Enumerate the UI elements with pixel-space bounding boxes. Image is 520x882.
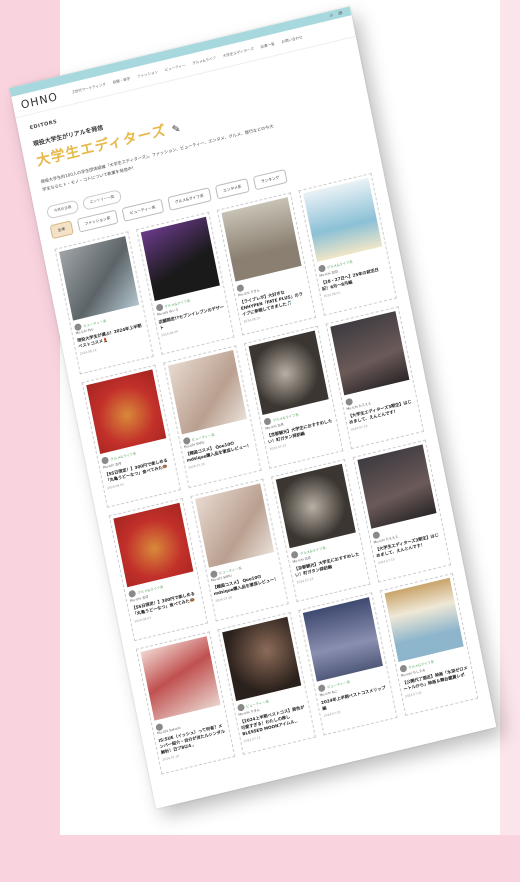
search-icon[interactable]: ⌕ — [329, 11, 334, 19]
article-card[interactable]: グルメ&ライフ系 Mu-ichi 古月 【SS日限定！】300円で楽しめる「丸亀… — [81, 364, 181, 508]
article-card[interactable]: ビューティー系 Mu-ichi SAPU 【韓国コスメ】 Qoo10のmdsiq… — [162, 345, 262, 489]
article-thumbnail[interactable] — [86, 369, 166, 454]
subtab-monthly[interactable]: 今月の企画 — [45, 199, 80, 220]
article-card[interactable]: グルメ&ライフ系 Mu-ichi 古月 【京都観光】大学生におすすめしたい！町ガ… — [271, 459, 371, 603]
article-thumbnail[interactable] — [113, 502, 193, 588]
nav-item-gourmet[interactable]: グルメ&ライフ — [192, 56, 217, 67]
article-card[interactable]: ビューティー系 Mu-ichi りきん 【2024上半期ベストコス】発色が可愛す… — [216, 611, 316, 756]
article-thumbnail[interactable] — [221, 616, 302, 702]
menu-icon[interactable]: ≡ — [337, 9, 343, 17]
article-card[interactable]: ビューティー系 Mu-ichi SAPU 【韓国コスメ】 Qoo10のmdsiq… — [189, 478, 289, 622]
article-thumbnail[interactable] — [248, 330, 329, 415]
article-grid: ビューティー系 Mu-ichi Pyu 現役大学生が選ぶ！2024年上半期ベスト… — [41, 160, 490, 777]
nav-item-marketing[interactable]: Z世代マーケティング — [72, 82, 107, 95]
article-thumbnail[interactable] — [221, 197, 302, 282]
article-thumbnail[interactable] — [329, 311, 410, 396]
article-thumbnail[interactable] — [302, 597, 383, 682]
article-card[interactable]: ビューティー系 Mu-ichi Pyu 現役大学生が選ぶ！2024年上半期ベスト… — [54, 231, 154, 375]
pencil-icon: ✎ — [171, 123, 183, 137]
article-card[interactable]: グルメ&ライフ系 Mu-ichi ゆいり 店舗限定!?セブンイレブンのデザート … — [135, 211, 235, 355]
article-card[interactable]: Mu-ichi Sakumi IS:SUE（イッシュ）って何者？メンバー紹介・自… — [135, 631, 235, 775]
article-thumbnail[interactable] — [302, 177, 383, 263]
article-thumbnail[interactable] — [356, 444, 437, 529]
article-card[interactable]: Mu-ichi たえええ 【大学生エディターズ3期生】はじめまして、えんとんです… — [325, 306, 425, 450]
article-card[interactable]: Mu-ichi たえええ 【大学生エディターズ3期生】はじめまして、えんとんです… — [352, 439, 452, 583]
article-thumbnail[interactable] — [194, 483, 275, 568]
article-card[interactable]: ビューティー系 Mu-ichi ねこ 2024年上半期ベストコスメリップ編 20… — [298, 592, 398, 736]
article-thumbnail[interactable] — [384, 577, 464, 663]
nav-item-career[interactable]: 就職・進学 — [112, 77, 130, 86]
article-card[interactable]: グルメ&ライフ系 Mu-ichi 古月 【京都観光】大学生におすすめしたい！町ガ… — [243, 325, 343, 469]
article-card[interactable]: グルメ&ライフ系 Mu-ichi 加羽 【28・27日へ】25年の就活日記！6月… — [297, 172, 397, 316]
page-sheet: ⌕ ≡ OHNO Z世代マーケティング 就職・進学 ファッション ビューティー … — [9, 6, 497, 809]
article-thumbnail[interactable] — [140, 636, 221, 721]
nav-item-fashion[interactable]: ファッション — [137, 70, 159, 80]
stage: ⌕ ≡ OHNO Z世代マーケティング 就職・進学 ファッション ビューティー … — [0, 0, 520, 882]
article-thumbnail[interactable] — [167, 350, 248, 435]
nav-item-articles[interactable]: 記事一覧 — [260, 42, 275, 50]
article-card[interactable]: Mu-ichi りきん 【ライブレポ】大好きなENHYPEN「FATE PLUS… — [216, 192, 316, 336]
nav-item-editors[interactable]: 大学生エディターズ — [222, 47, 254, 59]
subtab-entries[interactable]: エントリー一覧 — [81, 189, 123, 211]
article-thumbnail[interactable] — [140, 216, 220, 302]
nav-item-contact[interactable]: お問い合わせ — [281, 35, 303, 45]
article-card[interactable]: グルメ&ライフ系 Mu-ichi 古月 【SS日限定！】300円で楽しめる「丸亀… — [108, 498, 208, 642]
article-card[interactable]: グルメ&ライフ系 Mu-ichi ちしえる 【公開代了間近】映画「水深ゼロメート… — [379, 572, 479, 717]
article-thumbnail[interactable] — [275, 463, 356, 549]
nav-item-beauty[interactable]: ビューティー — [164, 63, 186, 73]
article-thumbnail[interactable] — [59, 236, 139, 321]
